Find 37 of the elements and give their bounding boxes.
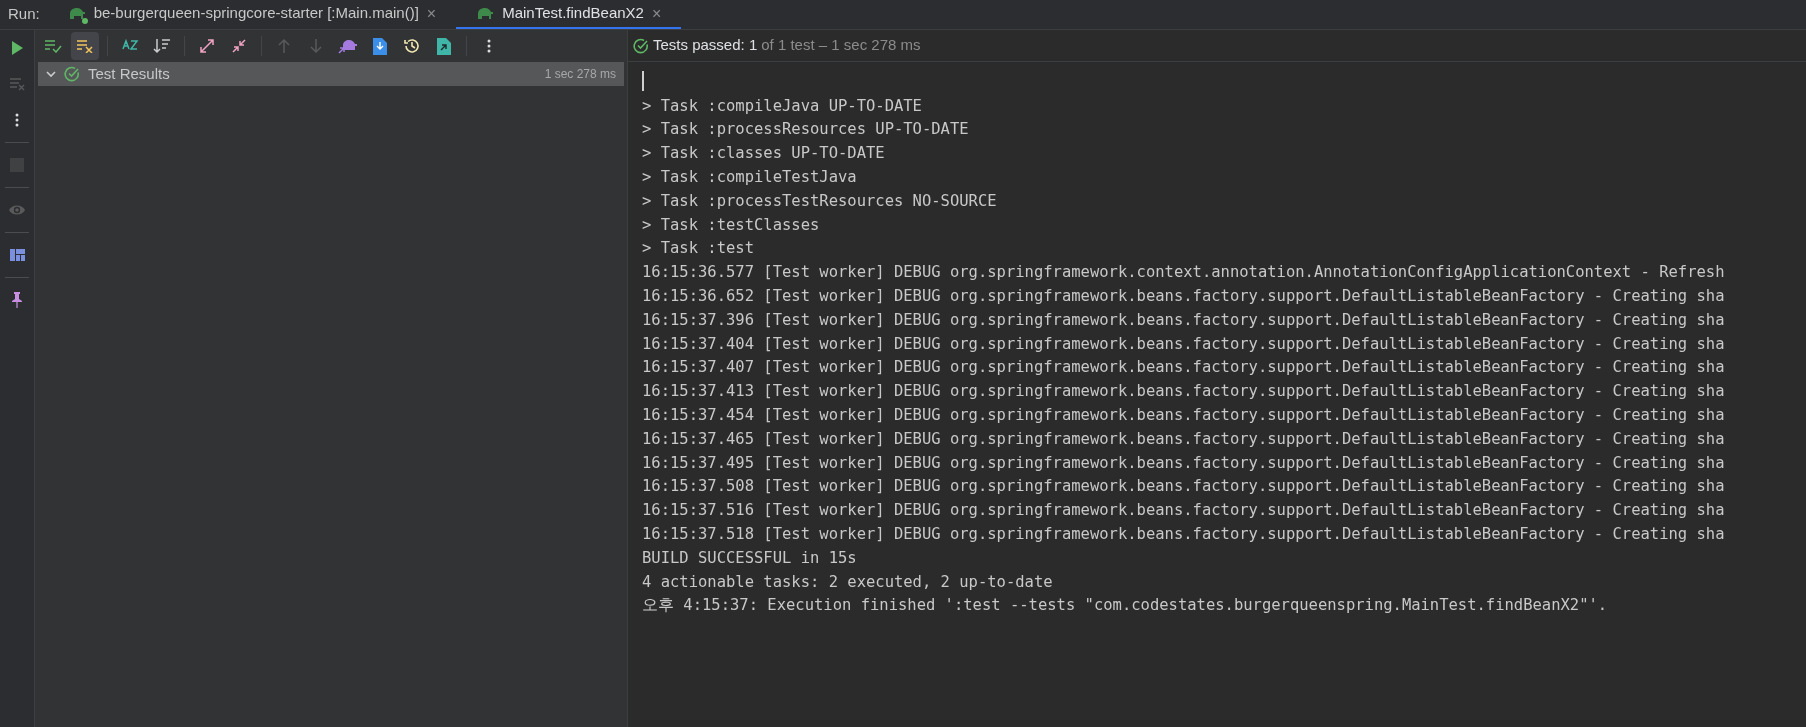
tab-label: MainTest.findBeanX2 (502, 3, 644, 24)
console-line: > Task :classes UP-TO-DATE (642, 143, 885, 165)
close-icon[interactable]: × (651, 1, 662, 26)
close-icon[interactable]: × (426, 1, 437, 26)
console-line: 16:15:37.516 [Test worker] DEBUG org.springframework.beans.factory.support.DefaultListableBeanFactory - Creating sha (642, 500, 1725, 522)
console-line: 16:15:37.465 [Test worker] DEBUG org.springframework.beans.factory.support.DefaultListableBeanFactory - Creating sha (642, 428, 1725, 450)
console-line: BUILD SUCCESSFUL in 15s (642, 547, 857, 569)
tab-label: be-burgerqueen-springcore-starter [:Main.main()] (93, 3, 419, 24)
chevron-icon[interactable] (46, 69, 56, 79)
console-line: 16:15:36.652 [Test worker] DEBUG org.springframework.beans.factory.support.DefaultListableBeanFactory - Creating sha (642, 285, 1725, 307)
console-line: > Task :testClasses (642, 214, 820, 236)
test-tree-row[interactable]: Test Results 1 sec 278 ms (38, 62, 624, 86)
console-line: 16:15:36.577 [Test worker] DEBUG org.springframework.context.annotation.AnnotationConfigApplicationContext - Refresh (642, 262, 1725, 284)
test-results-label: Test Results (88, 63, 170, 84)
console-line: 16:15:37.495 [Test worker] DEBUG org.springframework.beans.factory.support.DefaultListableBeanFactory - Creating sha (642, 452, 1725, 474)
console-line: 16:15:37.508 [Test worker] DEBUG org.springframework.beans.factory.support.DefaultListableBeanFactory - Creating sha (642, 476, 1725, 498)
console-line: > Task :test (642, 238, 754, 260)
tests-detail-label: of 1 test – 1 sec 278 ms (761, 35, 921, 56)
console-line: 오후 4:15:37: Execution finished ':test --tests "com.codestates.burgerqueenspring.MainTest.findBeanX2"'. (642, 595, 1608, 617)
console-line: > Task :processTestResources NO-SOURCE (642, 190, 997, 212)
show-ignored-icon[interactable] (71, 32, 99, 60)
console-line: 16:15:37.396 [Test worker] DEBUG org.springframework.beans.factory.support.DefaultListableBeanFactory - Creating sha (642, 309, 1725, 331)
run-tab[interactable]: be-burgerqueen-springcore-starter [:Main.main()] × (47, 0, 457, 29)
console-line: 16:15:37.404 [Test worker] DEBUG org.springframework.beans.factory.support.DefaultListableBeanFactory - Creating sha (642, 333, 1725, 355)
console-line: 16:15:37.454 [Test worker] DEBUG org.springframework.beans.factory.support.DefaultListableBeanFactory - Creating sha (642, 404, 1725, 426)
console-line: > Task :compileTestJava (642, 167, 857, 188)
console-line: > Task :compileJava UP-TO-DATE (642, 95, 922, 117)
console-line: > Task :processResources UP-TO-DATE (642, 119, 969, 141)
console-line: 16:15:37.413 [Test worker] DEBUG org.springframework.beans.factory.support.DefaultListableBeanFactory - Creating sha (642, 381, 1725, 403)
console-line: 16:15:37.518 [Test worker] DEBUG org.springframework.beans.factory.support.DefaultListableBeanFactory - Creating sha (642, 523, 1725, 545)
elephant-icon (67, 5, 86, 22)
duration-label: 1 sec 278 ms (544, 66, 616, 83)
console-line: 4 actionable tasks: 2 executed, 2 up-to-date (642, 571, 1053, 593)
console-line: 16:15:37.407 [Test worker] DEBUG org.springframework.beans.factory.support.DefaultListableBeanFactory - Creating sha (642, 357, 1725, 379)
tests-passed-label: Tests passed: 1 (653, 35, 758, 56)
run-label: Run: (7, 4, 41, 25)
elephant-icon (476, 5, 495, 22)
